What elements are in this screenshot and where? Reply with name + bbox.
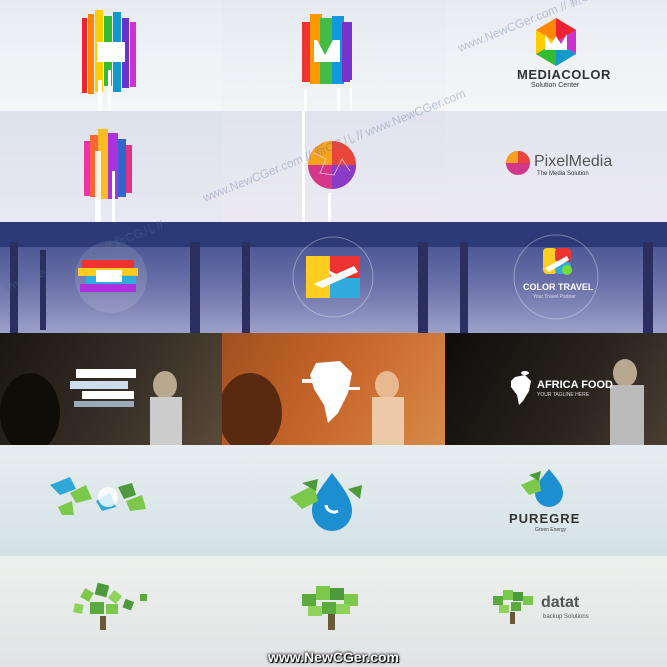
row1-cell1 xyxy=(0,0,222,111)
travel-logo-glitch xyxy=(222,222,445,333)
row4-cell2 xyxy=(222,333,445,445)
row5-cell1 xyxy=(0,445,222,556)
color-travel-logo xyxy=(445,222,667,333)
brand-name: datat xyxy=(541,594,580,611)
row4-cell1 xyxy=(0,333,222,445)
brand-tagline: YOUR TAGLINE HERE xyxy=(537,392,590,398)
row4-cell3: AFRICA FOOD YOUR TAGLINE HERE xyxy=(445,333,667,445)
brand-tagline: Green Energy xyxy=(535,527,567,533)
row5-cell2 xyxy=(222,445,445,556)
leaf-logo-shatter xyxy=(50,477,146,515)
puregreen-logo xyxy=(521,469,563,507)
brand-tagline: The Media Solution xyxy=(537,171,589,177)
sphere-logo-glitch xyxy=(84,129,132,222)
brand-tagline: Solution Center xyxy=(531,82,580,89)
brand-name: MEDIACOLOR xyxy=(517,67,611,82)
brand-name: PixelMedia xyxy=(534,153,613,170)
brand-name: AFRICA FOOD xyxy=(537,379,613,391)
street-scene-glitch xyxy=(0,369,182,445)
hexagon-logo-glitch xyxy=(82,10,136,111)
footer-watermark: www.NewCGer.com xyxy=(0,646,667,667)
row1-cell2 xyxy=(222,0,445,111)
africa-logo-glitch xyxy=(222,361,404,445)
row5-cell3: PUREGRE Green Energy xyxy=(445,445,667,556)
row2-cell3: PixelMedia The Media Solution xyxy=(445,111,667,222)
brand-tagline: Your Travel Partner xyxy=(533,294,576,300)
row3-cell3: COLOR TRAVEL Your Travel Partner xyxy=(445,222,667,333)
water-drop-logo xyxy=(290,473,362,531)
brand-name: PUREGRE xyxy=(509,511,581,526)
footer-url: www.NewCGer.com xyxy=(268,648,399,665)
row3-cell2 xyxy=(222,222,445,333)
brand-tagline: backup Solutions xyxy=(543,614,589,620)
hexagon-logo-glitch xyxy=(302,14,352,111)
preview-grid: COLOR TRAVEL MEDIACOLOR Solution Center xyxy=(0,0,667,667)
brand-name: COLOR TRAVEL xyxy=(523,282,594,292)
row2-cell1 xyxy=(0,111,222,222)
